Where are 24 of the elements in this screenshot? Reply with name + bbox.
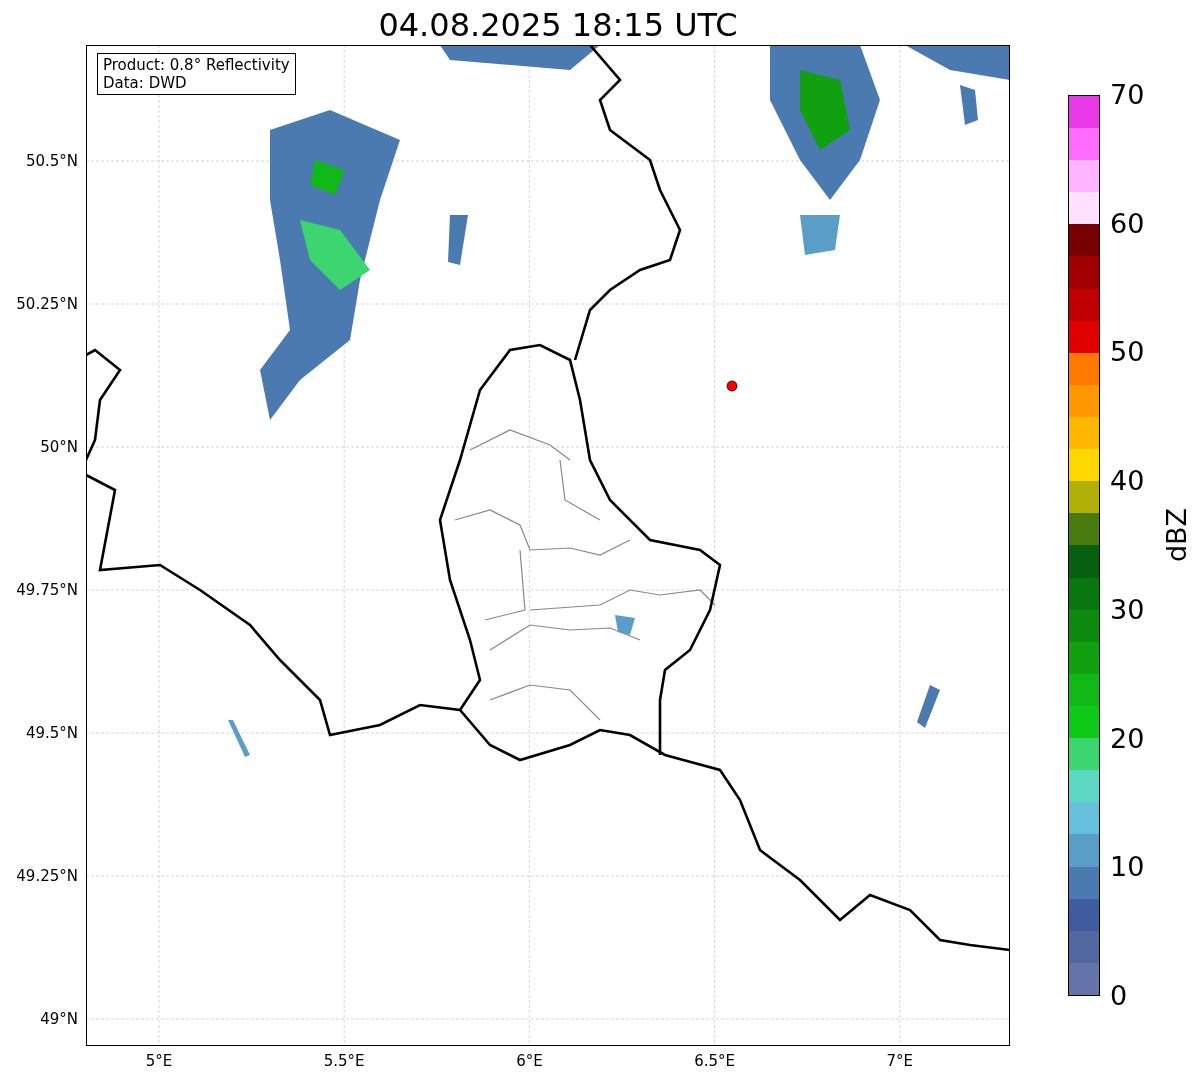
longitude-tick-label: 6.5°E — [693, 1052, 736, 1070]
longitude-tick-label: 7°E — [885, 1052, 915, 1070]
info-text: Product: 0.8° Reflectivity — [103, 56, 290, 74]
colorbar-tick-label: 20 — [1110, 723, 1145, 754]
latitude-tick-label: 49.25°N — [16, 867, 78, 885]
latitude-tick-label: 49.75°N — [16, 581, 78, 599]
chart-title: 04.08.2025 18:15 UTC — [378, 5, 738, 45]
longitude-tick-label: 5°E — [144, 1052, 174, 1070]
latitude-tick-label: 50.5°N — [25, 152, 78, 170]
colorbar-tick-label: 70 — [1110, 80, 1145, 110]
colorbar-tick-label: 30 — [1110, 594, 1145, 625]
latitude-tick-label: 49.5°N — [25, 724, 78, 742]
colorbar-tick-label: 60 — [1110, 208, 1145, 239]
colorbar-label: dBZ — [1162, 507, 1193, 563]
longitude-tick-label: 5.5°E — [322, 1052, 366, 1070]
latitude-tick-label: 50.25°N — [16, 295, 78, 313]
latitude-tick-label: 50°N — [40, 438, 78, 456]
colorbar-tick-label: 0 — [1110, 981, 1128, 1011]
longitude-tick-label: 6°E — [515, 1052, 544, 1070]
latitude-tick-label: 49°N — [40, 1010, 78, 1028]
info-text: Data: DWD — [103, 74, 188, 92]
colorbar-tick-label: 40 — [1110, 466, 1145, 497]
colorbar-tick-label: 10 — [1110, 852, 1145, 883]
colorbar-tick-label: 50 — [1110, 337, 1145, 368]
